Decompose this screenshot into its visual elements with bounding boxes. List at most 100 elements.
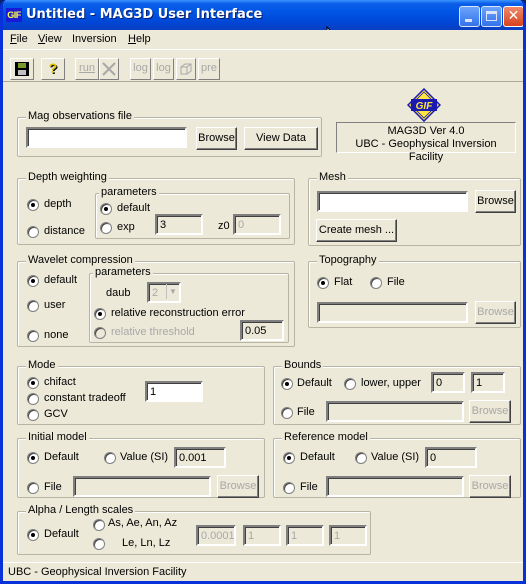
- bounds-default-radio[interactable]: [281, 378, 293, 390]
- initial-default-label: Default: [44, 451, 79, 463]
- depth-weighting-legend: Depth weighting: [26, 171, 109, 183]
- minimize-button[interactable]: [459, 6, 480, 27]
- wavelet-default-radio[interactable]: [27, 275, 39, 287]
- pre-button[interactable]: pre: [198, 58, 220, 80]
- reference-model-legend: Reference model: [282, 431, 370, 443]
- wavelet-parameters-group: parameters daub 2 ▼ relative reconstruct…: [89, 266, 289, 343]
- relative-threshold-radio[interactable]: [94, 327, 106, 339]
- topo-flat-radio[interactable]: [317, 277, 329, 289]
- log-button-2[interactable]: log: [153, 58, 174, 80]
- alpha-le-label: Le, Ln, Lz: [122, 537, 171, 549]
- log-button-1[interactable]: log: [130, 58, 151, 80]
- initial-file-input[interactable]: [73, 476, 211, 497]
- reference-file-radio[interactable]: [283, 482, 295, 494]
- initial-value-radio[interactable]: [104, 452, 116, 464]
- bounds-file-radio[interactable]: [281, 407, 293, 419]
- alpha-as-label: As, Ae, An, Az: [108, 517, 178, 529]
- z0-label: z0: [218, 220, 230, 232]
- 3d-box-icon: [180, 63, 192, 75]
- help-button[interactable]: ?: [41, 58, 65, 80]
- mesh-browse-button[interactable]: Browse: [475, 190, 516, 213]
- topo-file-input[interactable]: [317, 302, 468, 323]
- reference-default-radio[interactable]: [283, 452, 295, 464]
- create-mesh-button[interactable]: Create mesh ...: [316, 219, 397, 242]
- initial-default-radio[interactable]: [27, 452, 39, 464]
- wavelet-user-radio[interactable]: [27, 300, 39, 312]
- alpha-value-1[interactable]: 0.0001: [196, 525, 236, 546]
- stop-button[interactable]: [99, 58, 119, 80]
- bounds-browse-button[interactable]: Browse: [469, 400, 511, 423]
- maximize-button[interactable]: [481, 6, 502, 27]
- gif-logo: GIF: [406, 87, 442, 125]
- reference-file-input[interactable]: [326, 476, 464, 497]
- wavelet-parameters-legend: parameters: [93, 266, 153, 278]
- wavelet-legend: Wavelet compression: [26, 254, 135, 266]
- reference-file-label: File: [300, 481, 318, 493]
- reference-browse-button[interactable]: Browse: [469, 475, 511, 498]
- mode-value-input[interactable]: 1: [145, 381, 203, 402]
- menu-bar: File View Inversion Help: [3, 30, 523, 50]
- mag-observations-input[interactable]: [26, 127, 187, 148]
- menu-view[interactable]: View: [38, 33, 62, 45]
- menu-help[interactable]: Help: [128, 33, 151, 45]
- depth-default-radio[interactable]: [100, 203, 112, 215]
- alpha-default-radio[interactable]: [27, 529, 39, 541]
- initial-value-label: Value (SI): [120, 451, 169, 463]
- alpha-legend: Alpha / Length scales: [26, 504, 136, 516]
- save-button[interactable]: [10, 58, 34, 80]
- alpha-value-3[interactable]: 1: [286, 525, 324, 546]
- wavelet-none-radio[interactable]: [27, 330, 39, 342]
- bounds-lower-upper-radio[interactable]: [344, 378, 356, 390]
- title-bar[interactable]: GIF Untitled - MAG3D User Interface ✕: [3, 0, 523, 30]
- chifact-radio[interactable]: [27, 377, 39, 389]
- close-button[interactable]: ✕: [503, 6, 523, 27]
- facility-label: UBC - Geophysical Inversion Facility: [355, 138, 497, 163]
- model-view-button[interactable]: [176, 58, 196, 80]
- bounds-legend: Bounds: [282, 359, 324, 371]
- initial-browse-button[interactable]: Browse: [217, 475, 259, 498]
- depth-radio[interactable]: [27, 199, 39, 211]
- relative-error-radio[interactable]: [94, 308, 106, 320]
- topo-file-radio[interactable]: [370, 277, 382, 289]
- alpha-as-radio[interactable]: [93, 519, 105, 531]
- reference-value-input[interactable]: 0: [425, 447, 477, 468]
- mag-observations-legend: Mag observations file: [26, 110, 134, 122]
- bounds-file-input[interactable]: [326, 401, 464, 422]
- view-data-button[interactable]: View Data: [244, 127, 318, 150]
- alpha-value-4[interactable]: 1: [329, 525, 367, 546]
- pre-icon: pre: [201, 62, 217, 74]
- wavelet-value-input[interactable]: 0.05: [240, 320, 284, 341]
- depth-default-label: default: [117, 202, 151, 214]
- run-button[interactable]: run: [75, 58, 99, 80]
- reference-value-label: Value (SI): [371, 451, 420, 463]
- status-bar: UBC - Geophysical Inversion Facility: [3, 562, 523, 581]
- menu-inversion[interactable]: Inversion: [72, 33, 117, 45]
- distance-radio[interactable]: [27, 226, 39, 238]
- depth-exp-radio[interactable]: [100, 222, 112, 234]
- topography-group: Topography Flat File Browse: [308, 254, 521, 328]
- initial-model-legend: Initial model: [26, 431, 89, 443]
- alpha-value-2[interactable]: 1: [243, 525, 281, 546]
- initial-model-group: Initial model Default Value (SI) 0.001 F…: [17, 431, 265, 498]
- reference-default-label: Default: [300, 451, 335, 463]
- gcv-radio[interactable]: [27, 409, 39, 421]
- mesh-input[interactable]: [317, 191, 468, 212]
- daub-value: 2: [152, 287, 159, 299]
- z0-input[interactable]: 0: [233, 214, 281, 235]
- topo-browse-button[interactable]: Browse: [475, 301, 516, 324]
- reference-value-radio[interactable]: [355, 452, 367, 464]
- exp-value-input[interactable]: 3: [155, 214, 203, 235]
- constant-tradeoff-radio[interactable]: [27, 393, 39, 405]
- alpha-le-radio[interactable]: [93, 538, 105, 550]
- mesh-group: Mesh Browse Create mesh ...: [308, 171, 521, 246]
- wavelet-default-label: default: [44, 274, 78, 286]
- wavelet-compression-group: Wavelet compression default user none pa…: [17, 254, 295, 347]
- initial-file-radio[interactable]: [27, 482, 39, 494]
- mag-browse-button[interactable]: Browse: [196, 127, 237, 150]
- chifact-label: chifact: [44, 376, 76, 388]
- bounds-lower-input[interactable]: 0: [431, 372, 465, 393]
- bounds-upper-input[interactable]: 1: [471, 372, 505, 393]
- initial-value-input[interactable]: 0.001: [174, 447, 226, 468]
- daub-select[interactable]: 2 ▼: [147, 282, 181, 303]
- menu-file[interactable]: File: [10, 33, 28, 45]
